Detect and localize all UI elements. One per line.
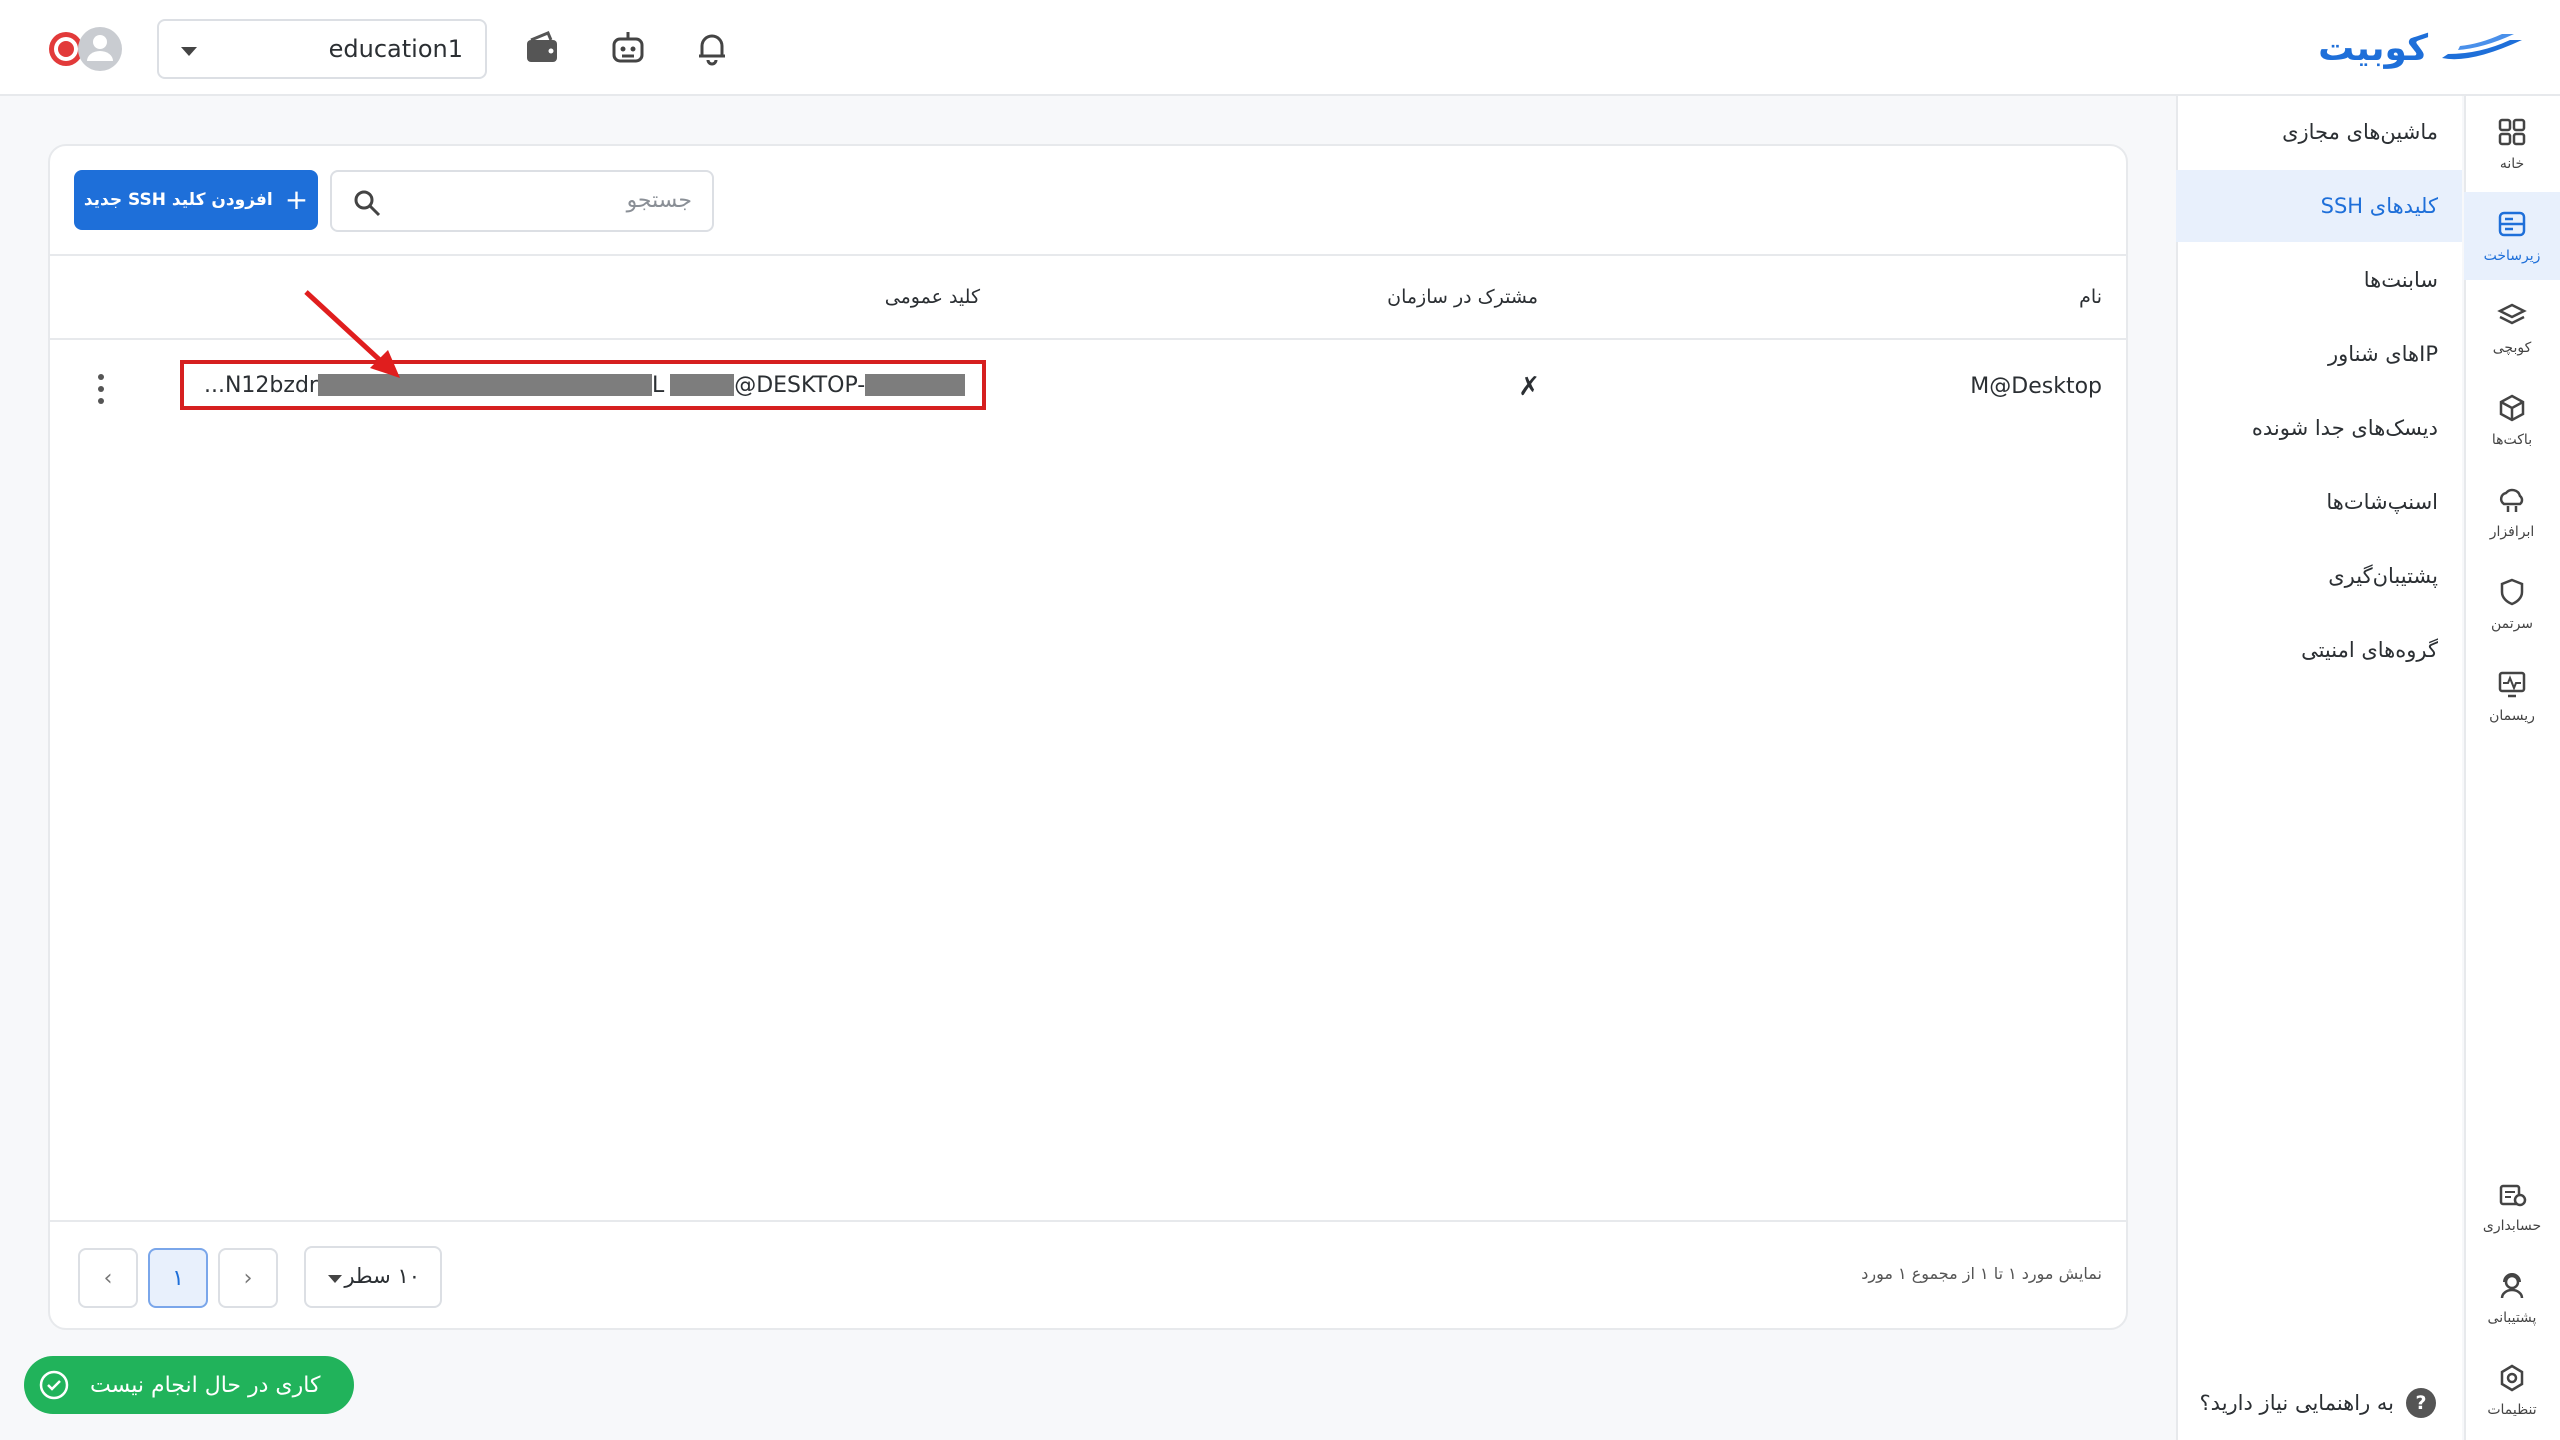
rail-item-label: تنظیمات xyxy=(2487,1402,2537,1418)
rail-item-label: زیرساخت xyxy=(2483,248,2541,264)
submenu-item-vms[interactable]: ماشین‌های مجازی xyxy=(2176,96,2462,168)
chevron-down-icon xyxy=(328,1275,342,1283)
rail-item-cloud[interactable]: ابرافزار xyxy=(2464,468,2560,556)
rail-item-monitoring[interactable]: ریسمان xyxy=(2464,652,2560,740)
rail-item-label: کوبچی xyxy=(2492,340,2532,356)
question-icon: ? xyxy=(2406,1388,2436,1418)
column-header-shared: مشترک در سازمان xyxy=(1387,286,1538,308)
key-host: @DESKTOP- xyxy=(734,372,866,398)
rail-item-label: باکت‌ها xyxy=(2491,432,2533,448)
redacted-block xyxy=(865,374,966,396)
settings-icon xyxy=(2500,1364,2524,1392)
rail-item-security[interactable]: سرتمن xyxy=(2464,560,2560,648)
submenu-item-snapshots[interactable]: اسنپ‌شات‌ها xyxy=(2176,466,2462,538)
logo-text: کوبیت xyxy=(2318,27,2428,69)
chevron-down-icon xyxy=(181,47,197,56)
avatar[interactable] xyxy=(48,25,124,73)
server-icon xyxy=(2498,211,2526,237)
column-header-name: نام xyxy=(2079,286,2102,308)
rail-item-label: پشتیبانی xyxy=(2487,1310,2537,1326)
project-select-value: education1 xyxy=(328,35,463,63)
rail-item-label: سرتمن xyxy=(2490,616,2534,632)
rail-item-infra[interactable]: زیرساخت xyxy=(2464,192,2560,280)
shield-icon xyxy=(2500,578,2524,606)
rail-item-label: ابرافزار xyxy=(2489,524,2535,540)
redacted-block xyxy=(670,374,735,396)
plus-icon: + xyxy=(284,183,309,216)
search-placeholder: جستجو xyxy=(626,188,692,213)
infra-submenu: ماشین‌های مجازی کلیدهای SSH سابنت‌ها IPه… xyxy=(2176,96,2462,1440)
search-input[interactable]: جستجو xyxy=(330,170,714,232)
row-menu-icon[interactable] xyxy=(98,374,106,404)
submenu-item-floating-ips[interactable]: IPهای شناور xyxy=(2176,318,2462,390)
wallet-icon[interactable] xyxy=(522,28,562,68)
rail-item-label: حسابداری xyxy=(2482,1218,2542,1234)
support-icon xyxy=(2500,1273,2524,1299)
submenu-item-volumes[interactable]: دیسک‌های جدا شونده xyxy=(2176,392,2462,464)
next-page-button[interactable]: › xyxy=(218,1248,278,1308)
rail-item-settings[interactable]: تنظیمات xyxy=(2464,1346,2560,1434)
rail-item-buckets[interactable]: باکت‌ها xyxy=(2464,376,2560,464)
monitor-icon xyxy=(2498,671,2526,698)
check-circle-icon xyxy=(39,1370,69,1400)
status-toast[interactable]: کاری در حال انجام نیست xyxy=(24,1356,354,1414)
rail-item-kubernetes[interactable]: کوبچی xyxy=(2464,284,2560,372)
prev-page-button[interactable]: ‹ xyxy=(78,1248,138,1308)
pagination-bar: نمایش مورد ۱ تا ۱ از مجموع ۱ مورد ۱۰ سطر… xyxy=(50,1220,2126,1330)
status-text: کاری در حال انجام نیست xyxy=(90,1372,321,1398)
key-mid: L xyxy=(651,372,665,398)
rail-item-label: خانه xyxy=(2499,156,2525,172)
help-link[interactable]: ? به راهنمایی نیاز دارید؟ xyxy=(2200,1388,2436,1418)
submenu-item-subnets[interactable]: سابنت‌ها xyxy=(2176,244,2462,316)
ssh-keys-card: + افزودن کلید SSH جدید جستجو نام مشترک د… xyxy=(48,144,2128,1330)
cloud-icon xyxy=(2499,488,2524,512)
rows-per-page-select[interactable]: ۱۰ سطر xyxy=(304,1246,442,1308)
rows-per-page-value: ۱۰ سطر xyxy=(344,1264,420,1288)
bell-icon[interactable] xyxy=(692,28,732,68)
page-button-1[interactable]: ۱ xyxy=(148,1248,208,1308)
brand-logo[interactable]: کوبیت xyxy=(2318,26,2524,70)
submenu-item-security-groups[interactable]: گروه‌های امنیتی xyxy=(2176,614,2462,686)
add-ssh-key-button[interactable]: + افزودن کلید SSH جدید xyxy=(74,170,318,230)
search-icon xyxy=(354,190,381,217)
rail-item-support[interactable]: پشتیبانی xyxy=(2464,1254,2560,1342)
icon-rail: خانه زیرساخت کوبچی باکت‌ها ابرافزار سرتم… xyxy=(2464,96,2560,1440)
project-select[interactable]: education1 xyxy=(157,19,487,79)
top-bar: کوبیت education1 xyxy=(0,0,2560,96)
logo-icon xyxy=(2442,34,2522,60)
layers-icon xyxy=(2497,303,2527,325)
help-text: به راهنمایی نیاز دارید؟ xyxy=(2199,1391,2394,1415)
annotation-arrow-icon xyxy=(304,290,400,378)
robot-icon[interactable] xyxy=(608,28,648,68)
submenu-item-backups[interactable]: پشتیبان‌گیری xyxy=(2176,540,2462,612)
pagination-summary: نمایش مورد ۱ تا ۱ از مجموع ۱ مورد xyxy=(1861,1264,2102,1283)
add-ssh-key-label: افزودن کلید SSH جدید xyxy=(83,190,273,210)
grid-icon xyxy=(2498,118,2526,146)
cell-name: M@Desktop xyxy=(1970,374,2102,399)
cube-icon xyxy=(2499,394,2525,422)
cell-shared: ✗ xyxy=(1518,372,1540,402)
column-header-public-key: کلید عمومی xyxy=(884,286,980,308)
rail-item-home[interactable]: خانه xyxy=(2464,100,2560,188)
rail-item-label: ریسمان xyxy=(2489,708,2535,724)
rail-item-accounting[interactable]: حسابداری xyxy=(2464,1162,2560,1250)
submenu-item-ssh-keys[interactable]: کلیدهای SSH xyxy=(2176,170,2462,242)
accounting-icon xyxy=(2499,1184,2527,1207)
